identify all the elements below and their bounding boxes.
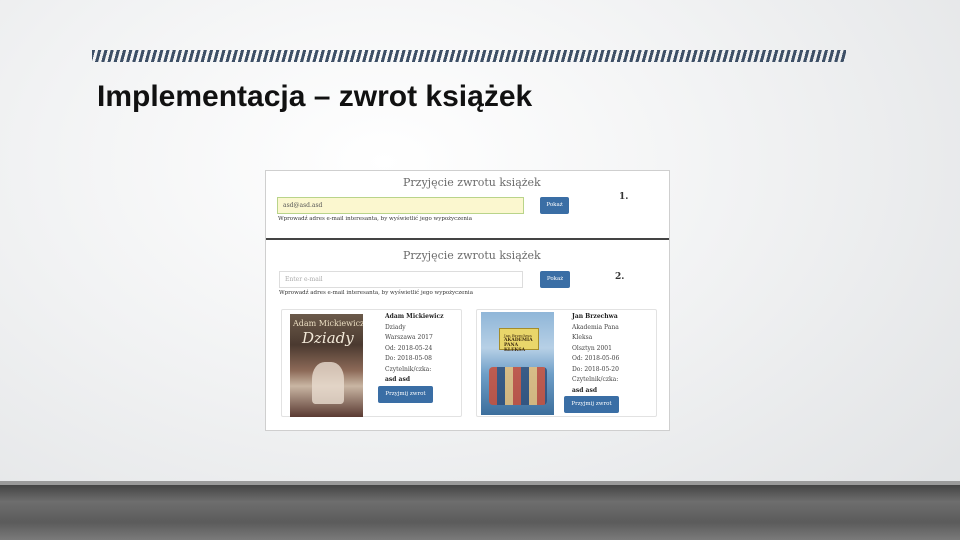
panel-heading: Przyjęcie zwrotu książek (403, 176, 541, 189)
cover-title-plate: Jan Brzechwa AKADEMIA PANA KLEKSA (499, 328, 539, 353)
book-title: Dziady (385, 323, 406, 331)
return-panel-step-2: Przyjęcie zwrotu książek Enter e-mail Po… (266, 242, 669, 430)
floor-background (0, 481, 960, 540)
book-place-year: Warszawa 2017 (385, 334, 433, 341)
slide-title: Implementacja – zwrot książek (97, 80, 533, 113)
loan-card: Adam Mickiewicz Dziady Adam Mickiewicz D… (281, 309, 462, 417)
reader-label: Czytelnik/czka: (385, 365, 432, 373)
book-title-line-1: Akademia Pana (572, 323, 619, 331)
email-input[interactable]: asd@asd.asd (277, 197, 524, 214)
email-input[interactable]: Enter e-mail (279, 271, 523, 288)
book-author: Jan Brzechwa (572, 313, 618, 320)
book-title-line-2: Kleksa (572, 334, 593, 341)
loan-to-date: Do: 2018-05-20 (572, 365, 619, 373)
reader-name: asd asd (572, 386, 598, 394)
show-button[interactable]: Pokaż (540, 271, 570, 288)
panel-heading: Przyjęcie zwrotu książek (403, 249, 541, 262)
accept-return-button[interactable]: Przyjmij zwrot (564, 396, 619, 413)
email-hint: Wprowadź adres e-mail interesanta, by wy… (279, 290, 473, 296)
reader-name: asd asd (385, 376, 411, 383)
cover-illustration (312, 362, 344, 404)
cover-title: Dziady (302, 329, 354, 347)
return-panel-step-1: Przyjęcie zwrotu książek asd@asd.asd Pok… (266, 171, 669, 240)
loan-from-date: Od: 2018-05-06 (572, 355, 620, 362)
book-cover-image: Adam Mickiewicz Dziady (290, 314, 363, 417)
cover-author: Adam Mickiewicz (293, 319, 363, 328)
app-screenshot: Przyjęcie zwrotu książek asd@asd.asd Pok… (265, 170, 670, 431)
book-author: Adam Mickiewicz (385, 313, 444, 320)
book-place-year: Olsztyn 2001 (572, 344, 612, 352)
reader-label: Czytelnik/czka: (572, 376, 619, 383)
loan-from-date: Od: 2018-05-24 (385, 344, 433, 352)
cover-title: AKADEMIA PANA KLEKSA (504, 338, 533, 353)
loan-details: Adam Mickiewicz Dziady Warszawa 2017 Od:… (385, 312, 444, 386)
title-decoration-stripe (92, 50, 846, 62)
step-number: 2. (615, 272, 625, 282)
loan-card: Jan Brzechwa AKADEMIA PANA KLEKSA Jan Br… (476, 309, 657, 417)
email-hint: Wprowadź adres e-mail interesanta, by wy… (278, 216, 472, 222)
show-button[interactable]: Pokaż (540, 197, 569, 214)
accept-return-button[interactable]: Przyjmij zwrot (378, 386, 433, 403)
loan-details: Jan Brzechwa Akademia Pana Kleksa Olszty… (572, 312, 619, 396)
book-cover-image: Jan Brzechwa AKADEMIA PANA KLEKSA (481, 312, 554, 415)
loan-to-date: Do: 2018-05-08 (385, 355, 432, 362)
cover-illustration (489, 367, 547, 405)
step-number: 1. (619, 192, 629, 202)
